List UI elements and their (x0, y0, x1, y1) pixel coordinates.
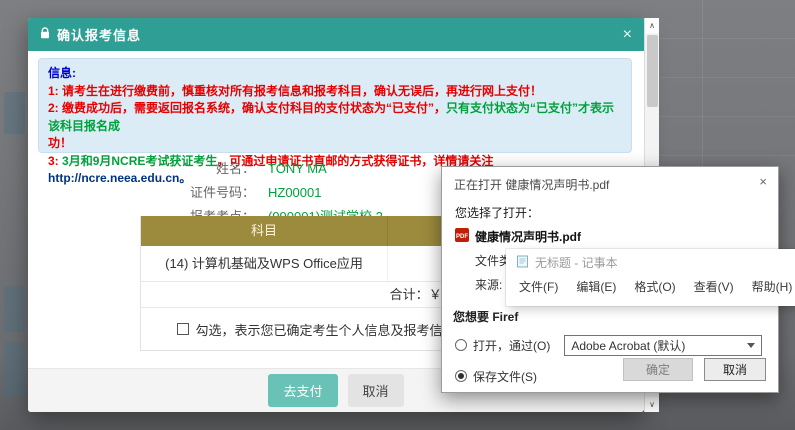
scrollbar-thumb[interactable] (647, 35, 658, 107)
backdrop-grid-line (702, 0, 703, 170)
total-label: 合计： (390, 287, 429, 302)
menu-item-file[interactable]: 文件(F) (510, 278, 567, 295)
svg-text:PDF: PDF (456, 234, 468, 240)
open-with-selected-value: Adobe Acrobat (默认) (571, 337, 685, 354)
file-name: 健康情况声明书.pdf (475, 228, 581, 245)
dialog-cancel-button[interactable]: 取消 (704, 358, 766, 381)
id-number-label: 证件号码： (28, 181, 255, 205)
menu-item-view[interactable]: 查看(V) (685, 278, 743, 295)
menu-item-edit[interactable]: 编辑(E) (567, 278, 625, 295)
lock-icon (40, 26, 50, 44)
notepad-title: 无标题 - 记事本 (535, 254, 618, 271)
menu-item-help[interactable]: 帮助(H) (743, 278, 795, 295)
file-row: PDF 健康情况声明书.pdf (455, 228, 778, 245)
notepad-icon (516, 255, 529, 271)
close-icon[interactable]: × (759, 174, 767, 189)
id-number-value: HZ00001 (268, 181, 321, 205)
open-with-label: 打开，通过(O) (473, 337, 550, 354)
name-value: TONY MA (268, 157, 327, 181)
backdrop-sidebar-item (4, 286, 25, 332)
notepad-menubar: 文件(F) 编辑(E) 格式(O) 查看(V) 帮助(H) (506, 271, 795, 295)
modal-titlebar: 确认报考信息 × (28, 18, 644, 51)
notice-line1: 1: 请考生在进行缴费前，慎重核对所有报考信息和报考科目，确认无误后，再进行网上… (48, 84, 542, 98)
backdrop-sidebar-item (4, 92, 25, 134)
notepad-titlebar[interactable]: 无标题 - 记事本 (506, 249, 795, 271)
pay-button[interactable]: 去支付 (268, 374, 337, 407)
chevron-down-icon (747, 343, 755, 348)
modal-title: 确认报考信息 (57, 25, 141, 44)
pdf-icon: PDF (455, 228, 469, 245)
handle-file-question: 您想要 Firef (453, 308, 778, 325)
notice-header: 信息: (48, 66, 76, 80)
name-label: 姓名： (28, 157, 255, 181)
chosen-to-open-label: 您选择了打开： (455, 204, 778, 221)
save-file-label: 保存文件(S) (473, 368, 537, 385)
cancel-button[interactable]: 取消 (348, 374, 404, 407)
notice-box: 信息: 1: 请考生在进行缴费前，慎重核对所有报考信息和报考科目，确认无误后，再… (38, 58, 632, 153)
save-file-radio[interactable] (455, 370, 467, 382)
backdrop-grid-line (660, 38, 795, 39)
backdrop-sidebar-item (4, 342, 25, 396)
scroll-up-icon[interactable]: ∧ (645, 18, 659, 33)
dialog-buttons: 确定 取消 (623, 358, 766, 381)
screen: 确认报考信息 × 信息: 1: 请考生在进行缴费前，慎重核对所有报考信息和报考科… (0, 0, 795, 430)
notice-line2-red: 2: 缴费成功后，需要返回报名系统，确认支付科目的支付状态为“已支付”， (48, 101, 446, 115)
backdrop-grid-line (660, 77, 795, 78)
subject-cell: (14) 计算机基础及WPS Office应用 (141, 246, 387, 281)
notepad-window: 无标题 - 记事本 文件(F) 编辑(E) 格式(O) 查看(V) 帮助(H) (506, 249, 795, 306)
open-with-option: 打开，通过(O) Adobe Acrobat (默认) (455, 334, 778, 356)
open-with-radio[interactable] (455, 339, 467, 351)
backdrop-grid-line (660, 155, 795, 156)
confirm-checkbox[interactable] (177, 323, 189, 335)
close-icon[interactable]: × (623, 27, 632, 43)
source-label: 来源: (475, 278, 502, 292)
scroll-down-icon[interactable]: ∨ (645, 397, 659, 412)
backdrop-grid-line (660, 116, 795, 117)
menu-item-format[interactable]: 格式(O) (625, 278, 684, 295)
notice-line2-tail: 功！ (48, 136, 72, 150)
open-with-select[interactable]: Adobe Acrobat (默认) (564, 335, 762, 356)
ok-button[interactable]: 确定 (623, 358, 693, 381)
subject-column-header: 科目 (141, 216, 387, 246)
download-dialog-titlebar[interactable]: 正在打开 健康情况声明书.pdf (442, 167, 778, 193)
